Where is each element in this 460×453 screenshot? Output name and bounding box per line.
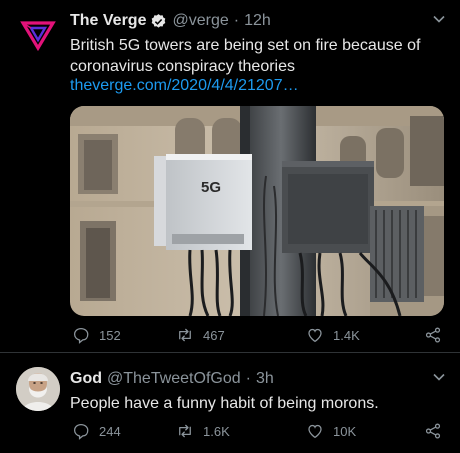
share-button[interactable] xyxy=(424,326,451,344)
avatar[interactable] xyxy=(14,10,62,58)
tweet[interactable]: The Verge @verge · 12h British 5G towers… xyxy=(0,0,460,352)
share-button[interactable] xyxy=(424,422,451,440)
tweet-header: The Verge @verge · 12h xyxy=(70,10,271,32)
reply-count: 244 xyxy=(99,423,121,439)
tweet-actions: 244 1.6K 10K xyxy=(70,422,446,446)
share-icon xyxy=(425,327,441,343)
retweet-button[interactable]: 467 xyxy=(176,326,225,344)
timestamp[interactable]: 3h xyxy=(256,370,274,388)
verified-badge-icon xyxy=(152,13,166,28)
verge-logo-icon xyxy=(14,10,62,58)
reply-count: 152 xyxy=(99,327,121,343)
tweet-actions: 152 467 1.4K xyxy=(70,326,446,350)
chevron-down-icon[interactable] xyxy=(432,370,446,384)
retweet-count: 467 xyxy=(203,327,225,343)
reply-icon xyxy=(73,423,89,440)
tweet-header: God @TheTweetOfGod · 3h xyxy=(70,368,274,390)
timestamp[interactable]: 12h xyxy=(244,12,271,30)
reply-button[interactable]: 244 xyxy=(72,422,121,440)
chevron-down-icon[interactable] xyxy=(432,12,446,26)
like-button[interactable]: 1.4K xyxy=(306,326,360,344)
heart-icon xyxy=(308,424,322,439)
reply-icon xyxy=(73,327,89,344)
tweet-text: British 5G towers are being set on fire … xyxy=(70,37,421,75)
retweet-button[interactable]: 1.6K xyxy=(176,422,230,440)
avatar[interactable] xyxy=(16,367,60,411)
like-count: 1.4K xyxy=(333,327,360,343)
retweet-count: 1.6K xyxy=(203,423,230,439)
retweet-icon xyxy=(179,328,191,342)
share-icon xyxy=(425,423,441,439)
heart-icon xyxy=(308,328,322,343)
god-avatar-icon xyxy=(16,367,60,411)
photo-5g-tower: 5G xyxy=(70,106,444,316)
author-handle[interactable]: @verge xyxy=(172,12,228,30)
separator-dot: · xyxy=(233,12,240,29)
separator-dot: · xyxy=(245,370,251,387)
reply-button[interactable]: 152 xyxy=(72,326,121,344)
tweet[interactable]: God @TheTweetOfGod · 3h People have a fu… xyxy=(0,353,460,453)
like-button[interactable]: 10K xyxy=(306,422,356,440)
retweet-icon xyxy=(179,424,191,438)
like-count: 10K xyxy=(333,423,357,439)
author-handle[interactable]: @TheTweetOfGod xyxy=(107,370,241,388)
tweet-image[interactable]: 5G xyxy=(70,106,444,316)
author-name[interactable]: God xyxy=(70,370,102,388)
box-label: 5G xyxy=(201,179,221,196)
tweet-link[interactable]: theverge.com/2020/4/4/21207… xyxy=(70,77,299,95)
author-name[interactable]: The Verge xyxy=(70,12,146,30)
tweet-text: People have a funny habit of being moron… xyxy=(70,395,379,412)
